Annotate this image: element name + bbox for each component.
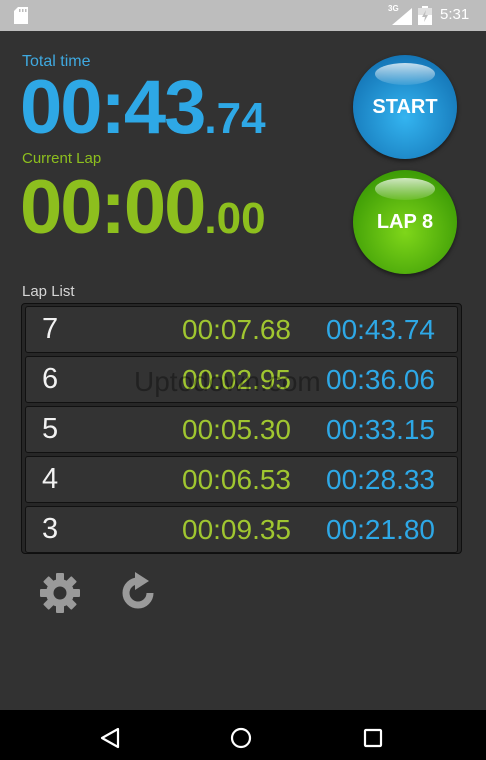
lap-number: 6 (42, 363, 59, 395)
lap-split-time: 00:07.68 (182, 314, 291, 345)
start-button-label: START (372, 95, 438, 118)
signal-icon (392, 8, 412, 25)
sd-card-icon (14, 7, 28, 24)
total-time-display: 00:43.74 (20, 64, 266, 151)
lap-button-label: LAP 8 (376, 210, 434, 233)
back-icon[interactable] (99, 727, 121, 749)
lap-total-time: 00:36.06 (326, 364, 435, 395)
lap-number: 5 (42, 413, 59, 445)
gear-icon[interactable] (39, 572, 81, 614)
lap-total-time: 00:21.80 (326, 514, 435, 545)
lap-row: 4 00:06.53 00:28.33 (25, 456, 458, 503)
lap-row: 6 00:02.95 00:36.06 (25, 356, 458, 403)
total-time-fraction: .74 (204, 94, 266, 143)
lap-total-time: 00:33.15 (326, 414, 435, 445)
refresh-icon[interactable] (116, 571, 160, 615)
lap-split-time: 00:09.35 (182, 514, 291, 545)
lap-split-time: 00:06.53 (182, 464, 291, 495)
lap-row: 7 00:07.68 00:43.74 (25, 306, 458, 353)
lap-number: 4 (42, 463, 59, 495)
navigation-bar (0, 710, 486, 760)
lap-row: 3 00:09.35 00:21.80 (25, 506, 458, 553)
current-lap-display: 00:00.00 (20, 164, 266, 251)
lap-number: 7 (42, 313, 59, 345)
status-bar: 3G 5:31 (0, 0, 486, 31)
current-lap-main: 00:00 (20, 165, 206, 250)
lap-number: 3 (42, 513, 59, 545)
lap-list-label: Lap List (22, 283, 75, 300)
current-lap-fraction: .00 (204, 194, 266, 243)
lap-row: 5 00:05.30 00:33.15 (25, 406, 458, 453)
lap-split-time: 00:05.30 (182, 414, 291, 445)
status-clock: 5:31 (440, 6, 470, 23)
battery-icon (418, 6, 432, 25)
lap-split-time: 00:02.95 (182, 364, 291, 395)
lap-list[interactable]: 7 00:07.68 00:43.74 6 00:02.95 00:36.06 … (21, 303, 462, 554)
recent-apps-icon[interactable] (363, 728, 383, 748)
lap-total-time: 00:43.74 (326, 314, 435, 345)
lap-button[interactable]: LAP 8 (353, 170, 457, 274)
home-icon[interactable] (230, 727, 252, 749)
total-time-main: 00:43 (20, 65, 206, 150)
start-button[interactable]: START (353, 55, 457, 159)
lap-total-time: 00:28.33 (326, 464, 435, 495)
